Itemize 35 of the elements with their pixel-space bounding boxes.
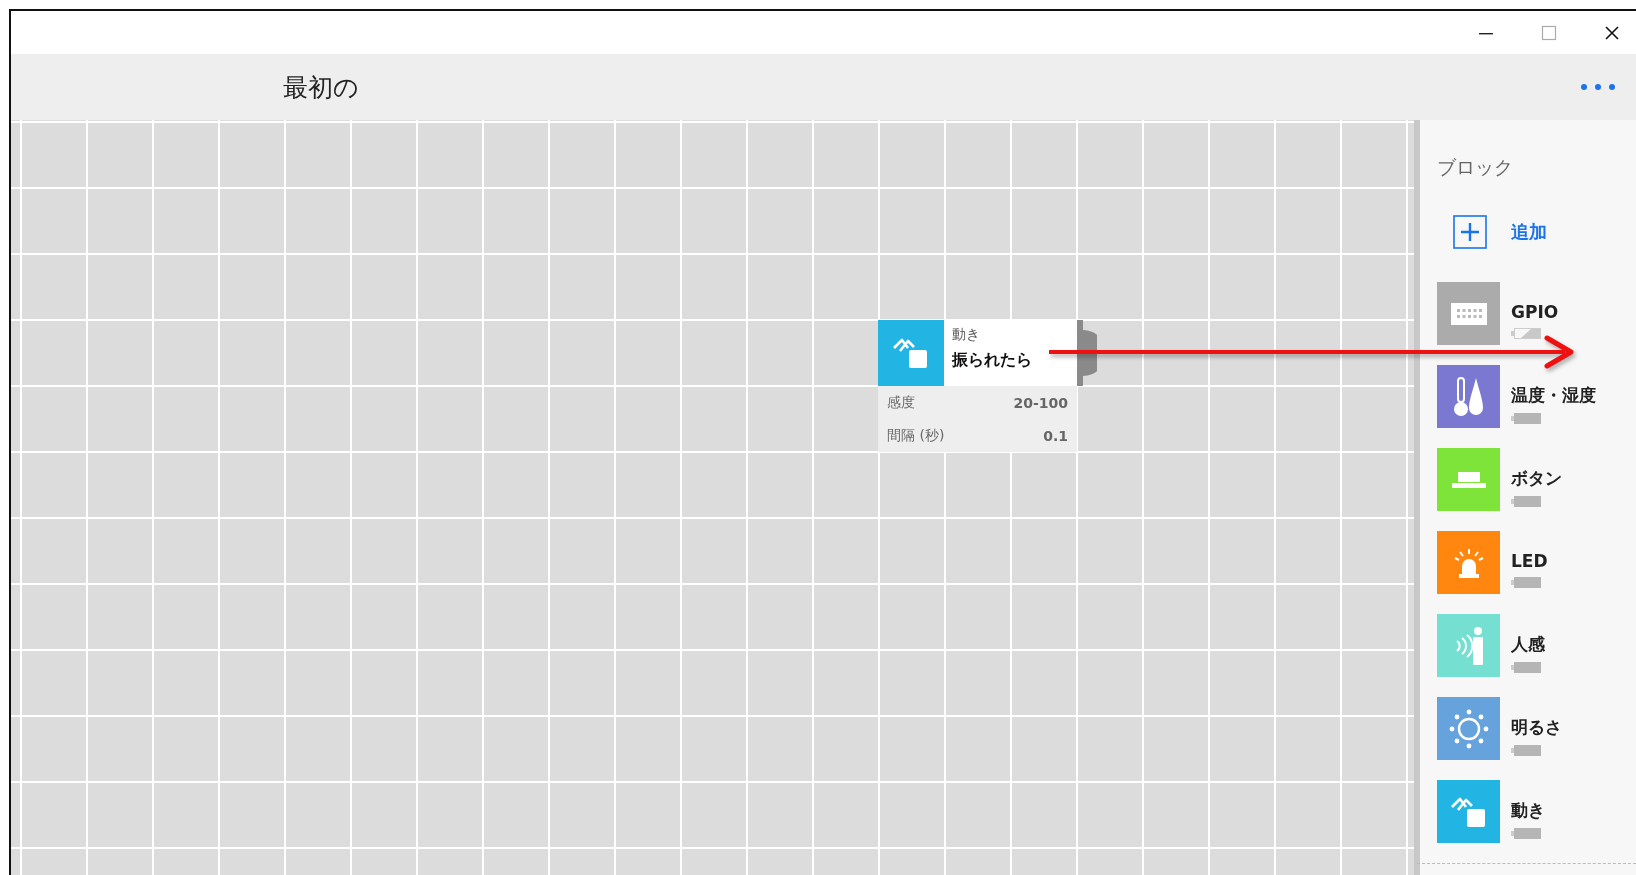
block-tile[interactable] [1437,780,1500,843]
block-tile[interactable] [1437,365,1500,428]
sun-icon [1448,708,1489,749]
connector-handle[interactable] [1077,320,1097,386]
block-tile[interactable] [1437,697,1500,760]
param-label: 間隔 (秒) [887,426,945,445]
more-icon[interactable] [1580,83,1616,91]
block-category: 動き [952,326,981,344]
block-label: LED [1511,551,1548,571]
block-label: GPIO [1511,302,1559,322]
connector-icon [1450,302,1487,325]
block-label: 明るさ [1511,715,1562,739]
beacon-icon [1452,547,1485,578]
block-title: 振られたら [952,350,1032,371]
add-link[interactable]: 追加 [1511,220,1547,244]
param-value: 20-100 [1013,394,1068,411]
maximize-icon[interactable] [1541,24,1557,41]
close-icon[interactable] [1604,24,1620,41]
page-title: 最初の [283,71,359,104]
block-node[interactable]: 動き 振られたら 感度 20-100 間隔 (秒) 0.1 [878,320,1077,452]
push-button-icon [1451,471,1486,488]
thermometer-icon [1452,375,1485,418]
cards-icon [892,336,930,370]
block-tile[interactable] [1437,448,1500,511]
block-tile[interactable] [1437,531,1500,594]
block-label: 温度・湿度 [1511,383,1596,407]
block-label: 動き [1511,798,1545,822]
param-value: 0.1 [1043,427,1068,444]
block-label: ボタン [1511,466,1562,490]
block-label: 人感 [1511,632,1545,656]
block-tile[interactable] [1437,614,1500,677]
block-tile[interactable] [1437,282,1500,345]
add-icon[interactable] [1453,215,1487,249]
param-label: 感度 [887,393,915,412]
sidebar-heading: ブロック [1437,155,1514,180]
